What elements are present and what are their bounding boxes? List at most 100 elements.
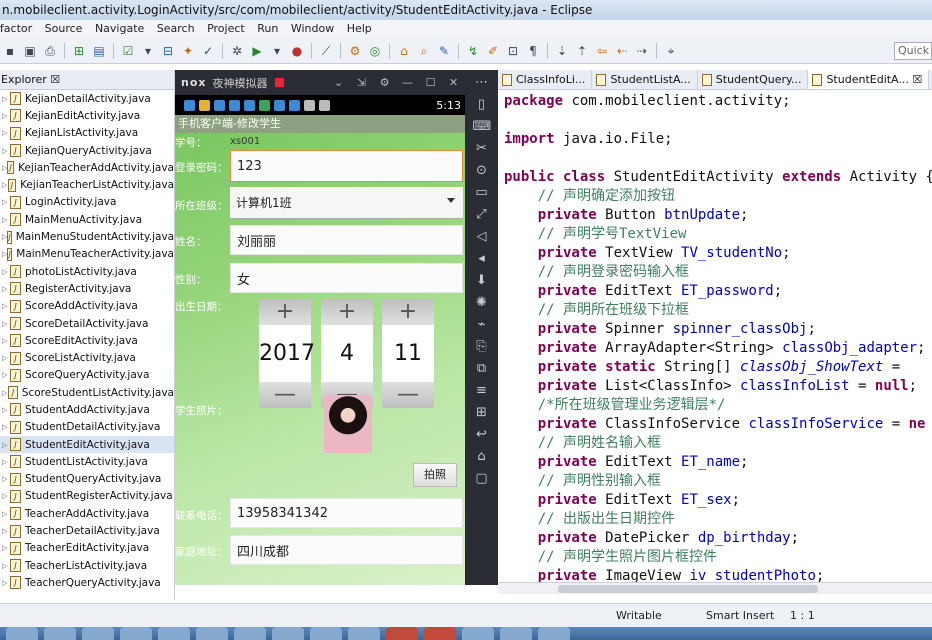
menu-refactor[interactable]: Refactor bbox=[0, 20, 32, 38]
explorer-file-item[interactable]: ▷ J StudentDetailActivity.java bbox=[0, 419, 174, 436]
shake-icon[interactable]: ✺ bbox=[473, 294, 491, 312]
taskbar-app-icon[interactable] bbox=[538, 627, 570, 640]
next-edit-icon[interactable]: ⇣ bbox=[554, 43, 570, 59]
expand-arrow-icon[interactable]: ▷ bbox=[2, 492, 10, 500]
expand-arrow-icon[interactable]: ▷ bbox=[2, 406, 10, 414]
explorer-file-item[interactable]: ▷ J KejianQueryActivity.java bbox=[0, 142, 174, 159]
taskbar-app-icon[interactable] bbox=[310, 627, 342, 640]
explorer-file-item[interactable]: ▷ J KejianEditActivity.java bbox=[0, 107, 174, 124]
address-input[interactable]: 四川成都 bbox=[230, 535, 463, 565]
skip-breakpoints-icon[interactable]: ⟋ bbox=[318, 43, 334, 59]
pencil-icon[interactable]: ✎ bbox=[436, 43, 452, 59]
explorer-file-item[interactable]: ▷ J KejianTeacherAddActivity.java bbox=[0, 159, 174, 176]
menu-search[interactable]: Search bbox=[157, 20, 195, 38]
screenshot-icon[interactable]: ⎘ bbox=[473, 338, 491, 356]
taskbar-app-icon[interactable] bbox=[272, 627, 304, 640]
explorer-file-item[interactable]: ▷ J ScoreEditActivity.java bbox=[0, 332, 174, 349]
scrollbar-thumb[interactable] bbox=[558, 585, 818, 593]
explorer-file-item[interactable]: ▷ J ScoreDetailActivity.java bbox=[0, 315, 174, 332]
macro-icon[interactable]: ⌁ bbox=[473, 316, 491, 334]
taskbar-app-icon[interactable] bbox=[6, 627, 38, 640]
explorer-file-item[interactable]: ▷ J ScoreStudentListActivity.java bbox=[0, 384, 174, 401]
pin-icon[interactable]: ⇲ bbox=[350, 76, 373, 89]
year-increment-button[interactable]: + bbox=[259, 299, 311, 325]
explorer-file-item[interactable]: ▷ J TeacherQueryActivity.java bbox=[0, 574, 174, 591]
menu-project[interactable]: Project bbox=[207, 20, 245, 38]
forward-icon[interactable]: ⇢ bbox=[634, 43, 650, 59]
menu-run[interactable]: Run bbox=[257, 20, 278, 38]
expand-arrow-icon[interactable]: ▷ bbox=[2, 302, 10, 310]
take-photo-button[interactable]: 拍照 bbox=[413, 463, 457, 487]
expand-arrow-icon[interactable]: ▷ bbox=[2, 216, 10, 224]
taskbar-app-icon[interactable] bbox=[196, 627, 228, 640]
expand-arrow-icon[interactable]: ▷ bbox=[2, 562, 10, 570]
location-icon[interactable]: ⊙ bbox=[473, 162, 491, 180]
new-class-icon[interactable]: ◎ bbox=[367, 43, 383, 59]
name-input[interactable]: 刘丽丽 bbox=[230, 225, 463, 255]
save-icon[interactable]: ▪ bbox=[2, 43, 18, 59]
expand-arrow-icon[interactable]: ▷ bbox=[2, 112, 10, 120]
day-increment-button[interactable]: + bbox=[382, 299, 434, 325]
history-back-icon[interactable]: ⇠ bbox=[614, 43, 630, 59]
volume-down-icon[interactable]: ◂ bbox=[473, 250, 491, 268]
checkbox-icon[interactable]: ☑ bbox=[120, 43, 136, 59]
new-java-project-icon[interactable]: ⚙ bbox=[347, 43, 363, 59]
expand-arrow-icon[interactable]: ▷ bbox=[2, 354, 10, 362]
horizontal-scrollbar[interactable] bbox=[498, 582, 932, 594]
taskbar-app-icon[interactable] bbox=[82, 627, 114, 640]
close-icon[interactable]: ✕ bbox=[442, 76, 465, 89]
explorer-file-item[interactable]: ▷ J ScoreQueryActivity.java bbox=[0, 367, 174, 384]
multi-window-icon[interactable]: ⊞ bbox=[473, 404, 491, 422]
lint-icon[interactable]: ✓ bbox=[200, 43, 216, 59]
explorer-file-item[interactable]: ▷ J StudentRegisterActivity.java bbox=[0, 488, 174, 505]
back-icon[interactable]: ⇦ bbox=[594, 43, 610, 59]
editor-tab[interactable]: StudentQuery... bbox=[698, 70, 809, 89]
expand-arrow-icon[interactable]: ▷ bbox=[2, 423, 10, 431]
explorer-file-item[interactable]: ▷ J TeacherEditActivity.java bbox=[0, 540, 174, 557]
maximize-icon[interactable]: ☐ bbox=[419, 76, 442, 89]
explorer-file-item[interactable]: ▷ J TeacherListActivity.java bbox=[0, 557, 174, 574]
multi-instance-icon[interactable]: ⧉ bbox=[473, 360, 491, 378]
explorer-file-item[interactable]: ▷ J MainMenuStudentActivity.java bbox=[0, 228, 174, 245]
explorer-file-item[interactable]: ▷ J LoginActivity.java bbox=[0, 194, 174, 211]
new-server-icon[interactable]: ⊞ bbox=[71, 43, 87, 59]
day-value[interactable]: 11 bbox=[382, 325, 434, 382]
menu-source[interactable]: Source bbox=[45, 20, 83, 38]
taskbar-app-icon[interactable] bbox=[462, 627, 494, 640]
home-icon[interactable]: ⌂ bbox=[473, 448, 491, 466]
explorer-file-item[interactable]: ▷ J StudentListActivity.java bbox=[0, 453, 174, 470]
explorer-file-item[interactable]: ▷ J RegisterActivity.java bbox=[0, 280, 174, 297]
back-icon[interactable]: ↩ bbox=[473, 426, 491, 444]
taskbar-app-icon[interactable] bbox=[158, 627, 190, 640]
android-sdk-icon[interactable]: ⊟ bbox=[160, 43, 176, 59]
avd-manager-icon[interactable]: ✦ bbox=[180, 43, 196, 59]
expand-arrow-icon[interactable]: ▷ bbox=[2, 268, 10, 276]
year-value[interactable]: 2017 bbox=[259, 325, 315, 382]
open-type-icon[interactable]: ▤ bbox=[91, 43, 107, 59]
dropdown-icon[interactable]: ▾ bbox=[140, 43, 156, 59]
editor-tab[interactable]: ClassInfoLi... bbox=[498, 70, 593, 89]
taskbar-app-icon[interactable] bbox=[234, 627, 266, 640]
expand-arrow-icon[interactable]: ▷ bbox=[2, 147, 10, 155]
taskbar-app-icon[interactable] bbox=[120, 627, 152, 640]
volume-up-icon[interactable]: ◁ bbox=[473, 228, 491, 246]
show-whitespace-icon[interactable]: ¶ bbox=[525, 43, 541, 59]
sex-input[interactable]: 女 bbox=[230, 263, 463, 293]
explorer-file-item[interactable]: ▷ JphotoListActivity.java bbox=[0, 263, 174, 280]
explorer-file-item[interactable]: ▷ J StudentEditActivity.java bbox=[0, 435, 174, 454]
editor-tab[interactable]: StudentListA... bbox=[592, 70, 698, 89]
screen-icon[interactable]: ▭ bbox=[473, 184, 491, 202]
debug-icon[interactable]: ✲ bbox=[229, 43, 245, 59]
password-input[interactable]: 123 bbox=[230, 150, 463, 182]
taskbar-app-icon[interactable] bbox=[44, 627, 76, 640]
explorer-file-item[interactable]: ▷ J ScoreListActivity.java bbox=[0, 349, 174, 366]
explorer-file-item[interactable]: ▷ J StudentAddActivity.java bbox=[0, 401, 174, 418]
menu-icon[interactable]: ≡ bbox=[473, 382, 491, 400]
explorer-file-item[interactable]: ▷ J TeacherDetailActivity.java bbox=[0, 522, 174, 539]
explorer-file-item[interactable]: ▷ J StudentQueryActivity.java bbox=[0, 471, 174, 488]
explorer-file-item[interactable]: ▷ J MainMenuTeacherActivity.java bbox=[0, 246, 174, 263]
menu-navigate[interactable]: Navigate bbox=[95, 20, 144, 38]
expand-arrow-icon[interactable]: ▷ bbox=[2, 458, 10, 466]
expand-arrow-icon[interactable]: ▷ bbox=[2, 544, 10, 552]
run-icon[interactable]: ▶ bbox=[249, 43, 265, 59]
